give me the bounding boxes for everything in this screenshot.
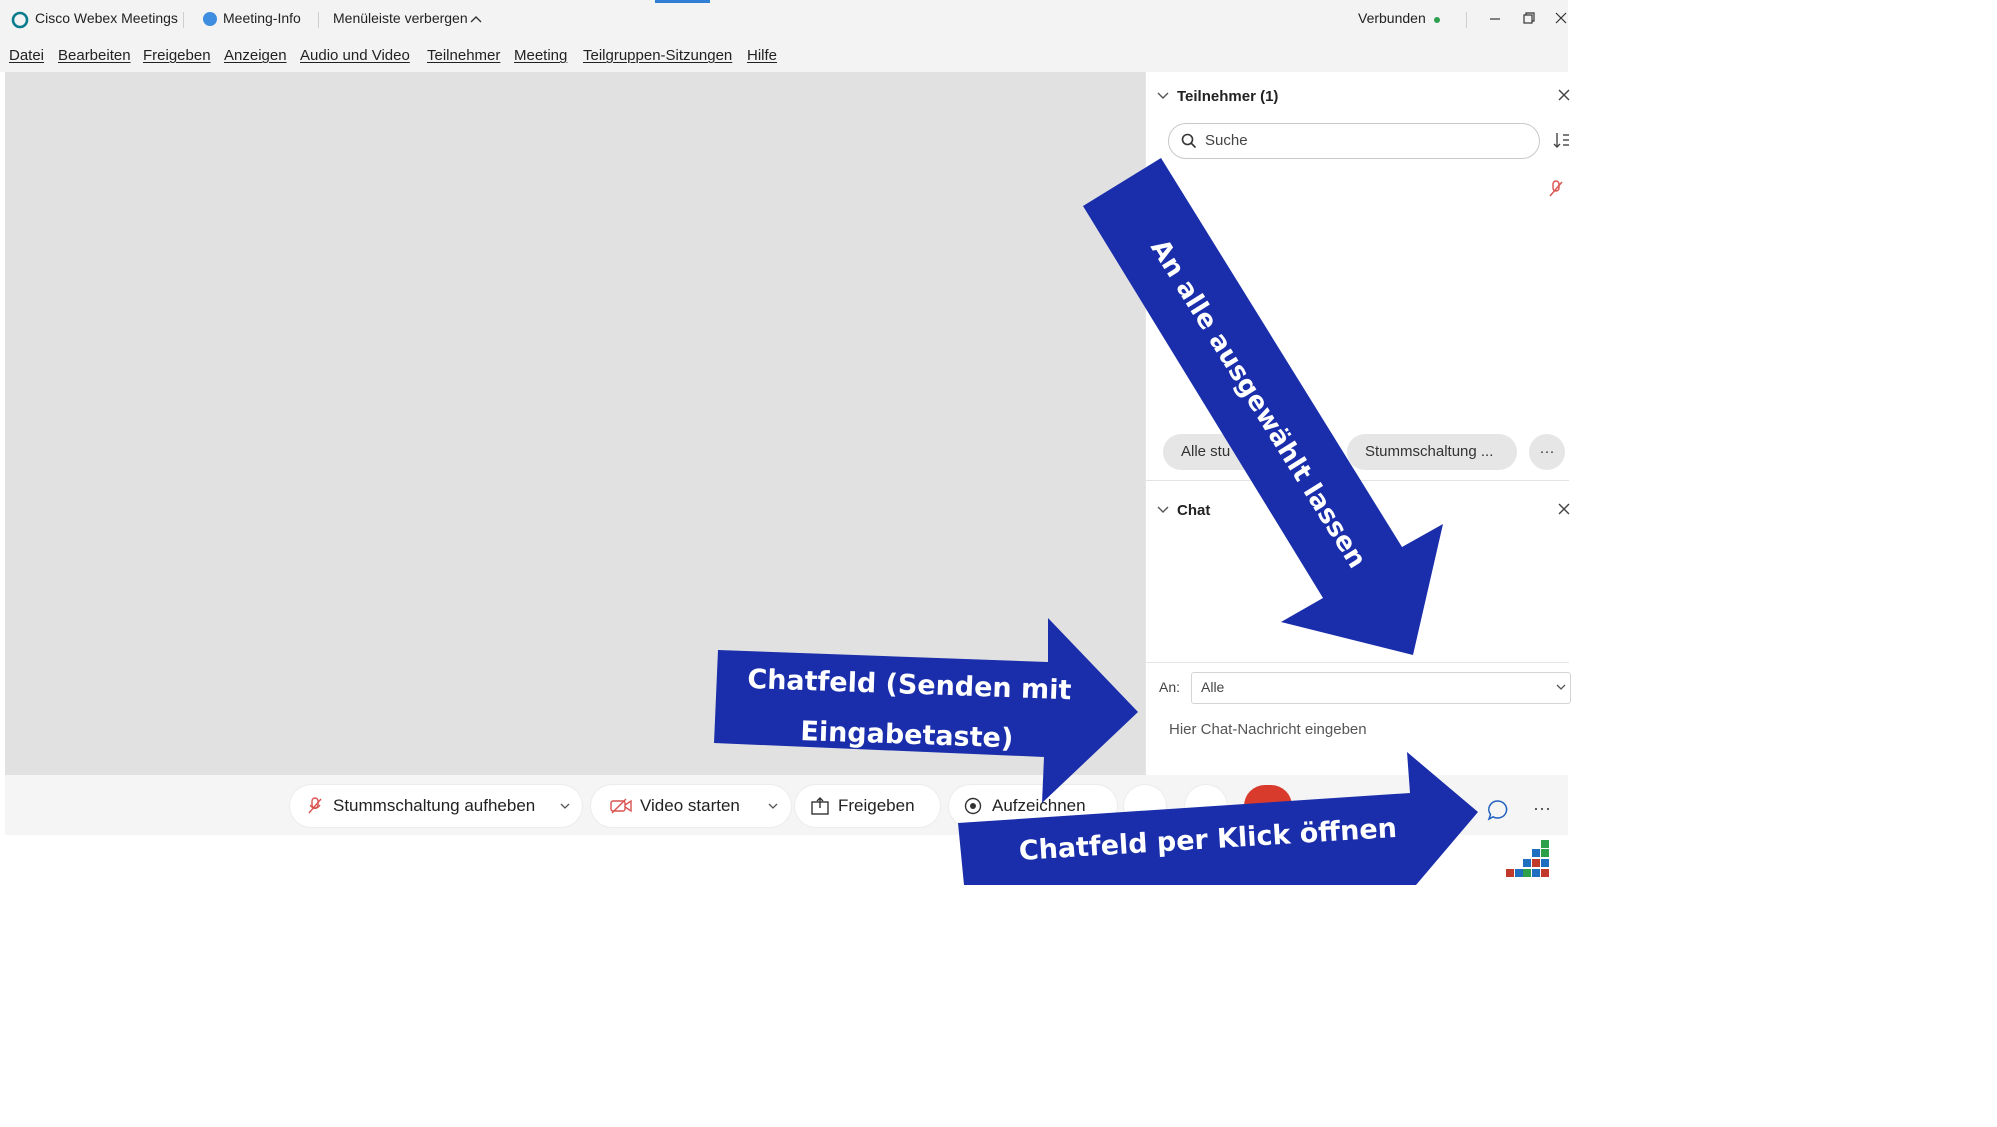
brand-logo-icon [1506,840,1549,877]
annotation-arrow-bottom [958,752,1478,885]
